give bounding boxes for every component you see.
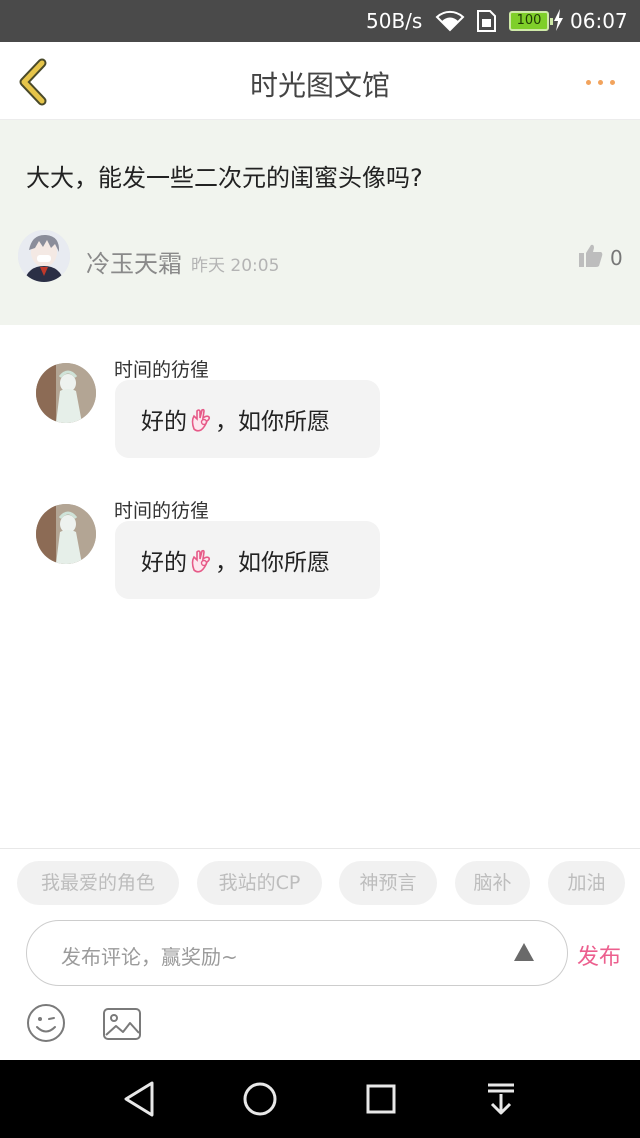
like-count: 0 (610, 246, 623, 270)
system-nav-bar (0, 1060, 640, 1138)
comment-composer: 我最爱的角色 我站的CP 神预言 脑补 加油 发布评论，赢奖励~ 发布 (0, 848, 640, 1060)
smiley-icon[interactable] (26, 1003, 66, 1047)
comment-text: 好的 ，如你所愿 (141, 402, 330, 439)
comment-item: 时间的彷徨 好的 ，如你所愿 (0, 466, 640, 599)
more-dots-icon (586, 80, 591, 85)
notification-pull-icon[interactable] (484, 1080, 518, 1122)
back-triangle-icon[interactable] (122, 1080, 156, 1122)
more-button[interactable] (580, 70, 620, 94)
sim-icon (475, 9, 497, 37)
page-title: 时光图文馆 (249, 69, 390, 102)
author-avatar[interactable] (18, 230, 70, 282)
status-bar: 50B/s 100 06:07 (0, 0, 640, 42)
comment-bubble: 好的 ，如你所愿 (115, 521, 380, 599)
recents-square-icon[interactable] (364, 1080, 398, 1122)
author-name[interactable]: 冷玉天霜 (86, 244, 182, 279)
commenter-name[interactable]: 时间的彷徨 (114, 496, 209, 523)
quick-tag[interactable]: 我最爱的角色 (17, 861, 179, 905)
home-circle-icon[interactable] (242, 1080, 278, 1122)
clock: 06:07 (570, 9, 628, 33)
quick-tag[interactable]: 神预言 (339, 861, 437, 905)
post-card: 大大，能发一些二次元的闺蜜头像吗? 冷玉天霜 昨天 20:05 0 (0, 120, 640, 325)
comment-bubble: 好的 ，如你所愿 (115, 380, 380, 458)
commenter-name[interactable]: 时间的彷徨 (114, 355, 209, 382)
quick-tag[interactable]: 我站的CP (197, 861, 322, 905)
comment-input[interactable]: 发布评论，赢奖励~ (26, 920, 568, 986)
ok-hand-icon (189, 407, 213, 439)
comment-placeholder: 发布评论，赢奖励~ (61, 945, 238, 969)
ok-hand-icon (189, 548, 213, 580)
image-icon[interactable] (102, 1007, 142, 1045)
post-time: 昨天 20:05 (191, 256, 280, 276)
battery-icon: 100 (509, 11, 553, 31)
app-header: 时光图文馆 (0, 42, 640, 120)
quick-tag[interactable]: 脑补 (455, 861, 530, 905)
charging-icon (552, 8, 564, 36)
expand-triangle-icon[interactable] (512, 941, 536, 967)
comment-item: 时间的彷徨 好的 ，如你所愿 (0, 325, 640, 458)
publish-button[interactable]: 发布 (577, 939, 621, 971)
quick-tag[interactable]: 加油 (548, 861, 625, 905)
thumbs-up-icon[interactable] (578, 244, 604, 272)
commenter-avatar[interactable] (36, 363, 96, 423)
commenter-avatar[interactable] (36, 504, 96, 564)
comment-text: 好的 ，如你所愿 (141, 543, 330, 580)
wifi-icon (434, 8, 466, 36)
post-text: 大大，能发一些二次元的闺蜜头像吗? (26, 164, 423, 192)
net-speed: 50B/s (366, 9, 423, 33)
